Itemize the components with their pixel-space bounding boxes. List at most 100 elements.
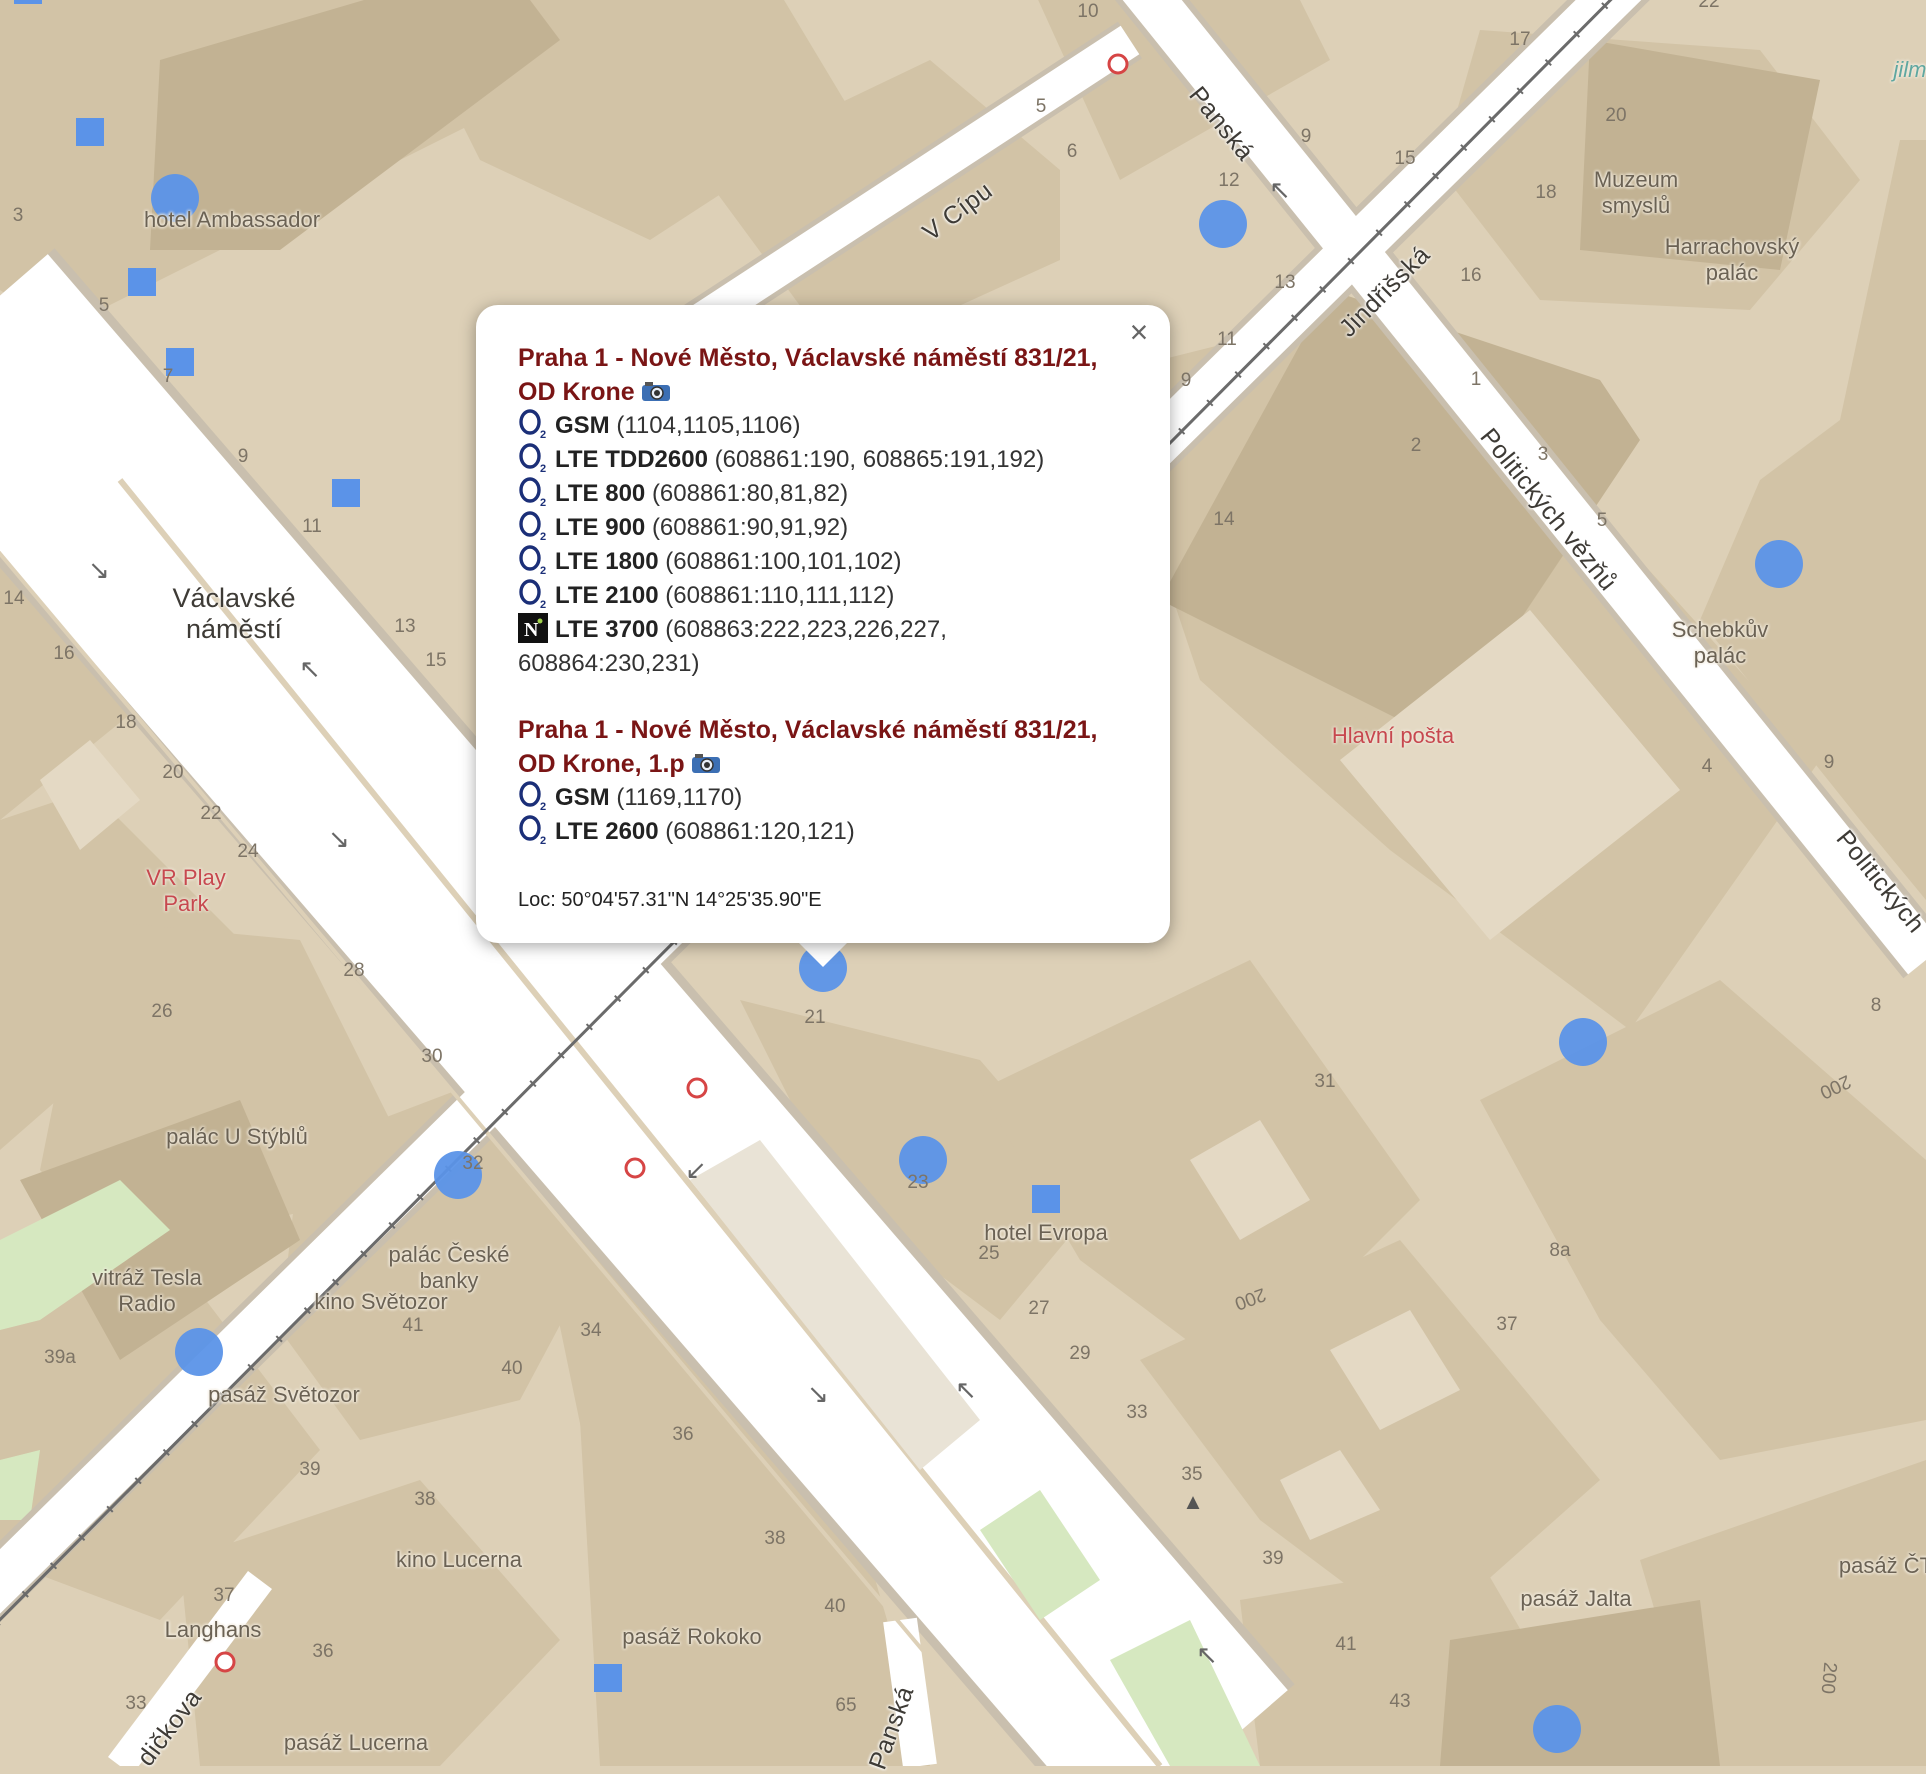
house-number: 65 — [835, 1695, 856, 1717]
house-number: 39a — [44, 1347, 76, 1369]
house-number: 22 — [200, 803, 221, 825]
place-label-vitraz-tesla: vitráž Tesla Radio — [92, 1265, 202, 1317]
cell-ids: (608861:110,111,112) — [665, 582, 894, 609]
oneway-arrow-icon: ↙ — [685, 1155, 707, 1186]
house-number: 34 — [580, 1320, 601, 1342]
cell-ids: (608861:120,121) — [665, 818, 855, 845]
cell-entry: 2LTE TDD2600 (608861:190, 608865:191,192… — [518, 443, 1130, 477]
house-number: 14 — [3, 588, 24, 610]
camera-icon[interactable] — [691, 752, 721, 774]
svg-text:2: 2 — [540, 531, 546, 541]
o2-logo-icon: 2 — [518, 443, 548, 473]
cell-ids: (608861:100,101,102) — [665, 548, 901, 575]
house-number: 14 — [1213, 509, 1234, 531]
house-number: 8 — [1871, 995, 1882, 1017]
svg-text:2: 2 — [540, 801, 546, 811]
place-label-kino-lucerna: kino Lucerna — [396, 1547, 522, 1573]
house-number: 22 — [1698, 0, 1719, 13]
house-number: 5 — [99, 295, 110, 317]
house-number: 41 — [402, 1315, 423, 1337]
oneway-arrow-icon: ↖ — [299, 654, 321, 685]
house-number: 1 — [1471, 369, 1482, 391]
house-number: 4 — [1702, 756, 1713, 778]
place-label-pasaz-svetozor: pasáž Světozor — [208, 1382, 360, 1408]
place-label-kino-svetozor: kino Světozor — [314, 1289, 447, 1315]
place-label-palac-u-stybu: palác U Stýblů — [166, 1124, 308, 1150]
popup-pointer — [798, 942, 848, 967]
label-vaclavske-namesti: Václavské náměstí — [172, 583, 295, 645]
site-block: Praha 1 - Nové Město, Václavské náměstí … — [518, 341, 1130, 681]
close-icon[interactable]: × — [1122, 315, 1156, 349]
house-number: 8a — [1549, 1240, 1570, 1262]
oneway-arrow-icon: ↘ — [328, 824, 350, 855]
place-label-muzeum-smyslu: Muzeum smyslů — [1594, 167, 1678, 219]
cell-entry: 2 LTE 900 (608861:90,91,92) — [518, 511, 1130, 545]
house-number: 23 — [907, 1172, 928, 1194]
place-label-harrachovsky-palac: Harrachovský palác — [1665, 234, 1799, 286]
house-number: 11 — [302, 516, 322, 538]
house-number: 40 — [501, 1358, 522, 1380]
cell-entry: 2 GSM (1104,1105,1106) — [518, 409, 1130, 443]
house-number: 40 — [824, 1596, 845, 1618]
svg-text:2: 2 — [540, 497, 546, 507]
house-number: 36 — [672, 1424, 693, 1446]
cell-tech: LTE 3700 — [555, 616, 659, 643]
house-number: 10 — [1077, 1, 1098, 23]
cell-entry: 2 LTE 1800 (608861:100,101,102) — [518, 545, 1130, 579]
site-title[interactable]: Praha 1 - Nové Město, Václavské náměstí … — [518, 713, 1130, 781]
house-number: 20 — [1605, 105, 1626, 127]
cell-entry: 2LTE 2100 (608861:110,111,112) — [518, 579, 1130, 613]
house-number: 31 — [1314, 1071, 1335, 1093]
house-number: 37 — [213, 1585, 234, 1607]
site-info-popup: × Praha 1 - Nové Město, Václavské náměst… — [476, 305, 1170, 943]
poi-label-vr-play-park: VR Play Park — [146, 865, 225, 917]
svg-text:2: 2 — [540, 565, 546, 575]
cell-tech: GSM — [555, 412, 610, 439]
site-block: Praha 1 - Nové Město, Václavské náměstí … — [518, 713, 1130, 849]
house-number: 41 — [1335, 1634, 1356, 1656]
house-number: 18 — [115, 712, 136, 734]
oneway-arrow-icon: ↘ — [807, 1379, 829, 1410]
o2-logo-icon: 2 — [518, 781, 548, 811]
cell-tech: GSM — [555, 784, 610, 811]
cell-ids: (1104,1105,1106) — [616, 412, 800, 439]
house-number: 11 — [1217, 329, 1237, 351]
cell-ids: (1169,1170) — [616, 784, 742, 811]
cell-ids: (608861:190, 608865:191,192) — [715, 446, 1045, 473]
oneway-arrow-icon: ↖ — [1269, 175, 1291, 206]
house-number: 2 — [1411, 435, 1422, 457]
house-number: 33 — [1126, 1402, 1147, 1424]
house-number: 25 — [978, 1243, 999, 1265]
house-number: 38 — [764, 1528, 785, 1550]
place-label-hotel-ambassador: hotel Ambassador — [144, 207, 320, 233]
cell-tech: LTE 900 — [555, 514, 645, 541]
svg-text:2: 2 — [540, 429, 546, 439]
cell-ids: (608861:90,91,92) — [652, 514, 848, 541]
o2-logo-icon: 2 — [518, 579, 548, 609]
place-label-pasaz-lucerna: pasáž Lucerna — [284, 1730, 428, 1756]
place-label-palac-ceske-banky: palác České banky — [388, 1242, 509, 1294]
monument-icon: ▲ — [1182, 1489, 1204, 1515]
cell-tech: LTE 1800 — [555, 548, 659, 575]
camera-icon[interactable] — [641, 380, 671, 402]
location-coordinates: Loc: 50°04'57.31"N 14°25'35.90"E — [518, 889, 1130, 912]
house-number: 13 — [394, 616, 415, 638]
place-label-langhans: Langhans — [165, 1617, 262, 1643]
cell-tech: LTE 2600 — [555, 818, 659, 845]
site-title[interactable]: Praha 1 - Nové Město, Václavské náměstí … — [518, 341, 1130, 409]
house-number: 24 — [237, 841, 258, 863]
house-number: 15 — [425, 650, 446, 672]
house-number: 39 — [299, 1459, 320, 1481]
o2-logo-icon: 2 — [518, 409, 548, 439]
oneway-arrow-icon: ↖ — [1196, 1640, 1218, 1671]
house-number: 13 — [1274, 272, 1295, 294]
o2-logo-icon: 2 — [518, 815, 548, 845]
poi-label-hlavni-posta: Hlavní pošta — [1332, 723, 1454, 749]
house-number: 7 — [163, 366, 174, 388]
house-number: 26 — [151, 1001, 172, 1023]
house-number: 27 — [1028, 1298, 1049, 1320]
house-number: 35 — [1181, 1464, 1202, 1486]
site-title-text: Praha 1 - Nové Město, Václavské náměstí … — [518, 716, 1097, 778]
house-number: 37 — [1496, 1314, 1517, 1336]
cell-entry: 2 LTE 2600 (608861:120,121) — [518, 815, 1130, 849]
